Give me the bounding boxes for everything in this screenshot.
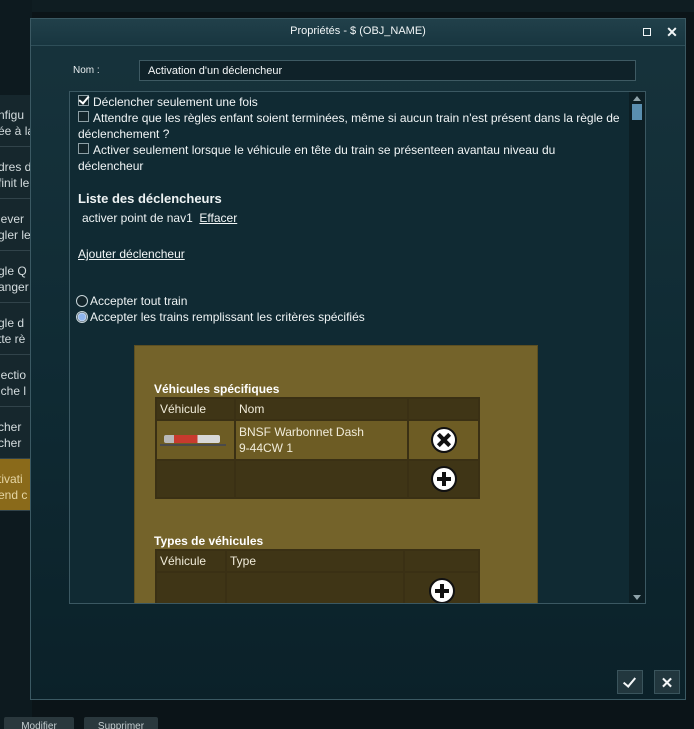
column-header-name: Nom: [236, 399, 407, 419]
cancel-icon: ✕: [660, 675, 674, 692]
name-label: Nom :: [73, 65, 100, 76]
checkbox-icon[interactable]: [78, 111, 89, 123]
table-row-empty: [157, 573, 478, 603]
background-list-item[interactable]: lever gler le: [0, 199, 30, 251]
table-header-row: Véhicule Nom: [157, 399, 478, 419]
background-modify-button[interactable]: Modifier: [4, 717, 74, 729]
background-list-item[interactable]: dres dfinit le: [0, 147, 30, 199]
vehicle-types-title: Types de véhicules: [154, 534, 264, 548]
criteria-box: Véhicules spécifiques Véhicule Nom BNSF …: [134, 345, 538, 603]
name-input[interactable]: [139, 60, 636, 81]
background-rule-list: nfiguée à la dres dfinit le levergler le…: [0, 95, 30, 511]
background-top-bar: [0, 0, 694, 12]
add-vehicle-type-icon[interactable]: [428, 578, 455, 603]
trigger-list-item: activer point de nav1 Effacer: [82, 211, 237, 225]
background-delete-button[interactable]: Supprimer: [84, 717, 158, 729]
column-header-actions: [409, 399, 478, 419]
cancel-button[interactable]: ✕: [654, 670, 680, 694]
option-trigger-once[interactable]: Déclencher seulement une fois: [78, 94, 623, 110]
add-cell: [405, 573, 478, 603]
radio-selected-icon[interactable]: [76, 310, 88, 323]
vehicle-thumbnail: [157, 421, 234, 459]
checkbox-icon[interactable]: [78, 143, 89, 155]
column-header-vehicle: Véhicule: [157, 551, 225, 571]
scroll-up-icon[interactable]: [633, 96, 641, 101]
settings-scroll-panel[interactable]: Déclencher seulement une fois Attendre q…: [69, 91, 646, 604]
radio-icon[interactable]: [76, 294, 88, 307]
add-cell: [409, 461, 478, 497]
dialog-title: Propriétés - $ (OBJ_NAME): [290, 25, 426, 37]
properties-dialog: Propriétés - $ (OBJ_NAME) ✕ Nom : Déclen…: [30, 18, 686, 700]
background-list-item[interactable]: gle Qanger: [0, 251, 30, 303]
radio-accept-criteria[interactable]: Accepter les trains remplissant les crit…: [76, 310, 365, 324]
background-bottom-buttons: Modifier Supprimer: [0, 717, 180, 729]
column-header-vehicle: Véhicule: [157, 399, 234, 419]
background-list-item[interactable]: gle d tte rè: [0, 303, 30, 355]
vertical-scrollbar[interactable]: [629, 92, 645, 603]
locomotive-icon: [160, 433, 226, 447]
trigger-name: activer point de nav1: [82, 211, 193, 225]
table-row-empty: [157, 461, 478, 497]
background-list-item[interactable]: cher cher: [0, 407, 30, 459]
triggers-section-title: Liste des déclencheurs: [78, 191, 222, 206]
option-wait-children[interactable]: Attendre que les règles enfant soient te…: [78, 110, 623, 142]
dialog-titlebar[interactable]: Propriétés - $ (OBJ_NAME) ✕: [31, 19, 685, 46]
add-trigger-link[interactable]: Ajouter déclencheur: [78, 247, 185, 261]
specific-vehicles-table: Véhicule Nom BNSF Warbonnet Dash 9-44CW …: [155, 397, 480, 499]
scrollbar-thumb[interactable]: [632, 104, 642, 120]
column-header-type: Type: [227, 551, 403, 571]
background-list-item[interactable]: lectio iche l: [0, 355, 30, 407]
close-icon[interactable]: ✕: [665, 25, 679, 39]
background-list-item-selected[interactable]: tivati end c: [0, 459, 30, 511]
confirm-button[interactable]: [617, 670, 643, 694]
scroll-down-icon[interactable]: [633, 595, 641, 600]
remove-cell: [409, 421, 478, 459]
background-list-item[interactable]: nfiguée à la: [0, 95, 30, 147]
vehicle-name-cell: BNSF Warbonnet Dash 9-44CW 1: [236, 421, 407, 459]
column-header-actions: [405, 551, 478, 571]
specific-vehicles-title: Véhicules spécifiques: [154, 382, 280, 396]
table-header-row: Véhicule Type: [157, 551, 478, 571]
table-row[interactable]: BNSF Warbonnet Dash 9-44CW 1: [157, 421, 478, 459]
radio-accept-all[interactable]: Accepter tout train: [76, 294, 187, 308]
add-vehicle-icon[interactable]: [430, 466, 457, 492]
delete-trigger-link[interactable]: Effacer: [199, 211, 237, 225]
vehicle-types-table: Véhicule Type: [155, 549, 480, 603]
maximize-icon[interactable]: [640, 25, 654, 39]
option-lead-vehicle[interactable]: Activer seulement lorsque le véhicule en…: [78, 142, 623, 174]
remove-vehicle-icon[interactable]: [430, 427, 457, 453]
checkbox-checked-icon[interactable]: [78, 95, 89, 107]
